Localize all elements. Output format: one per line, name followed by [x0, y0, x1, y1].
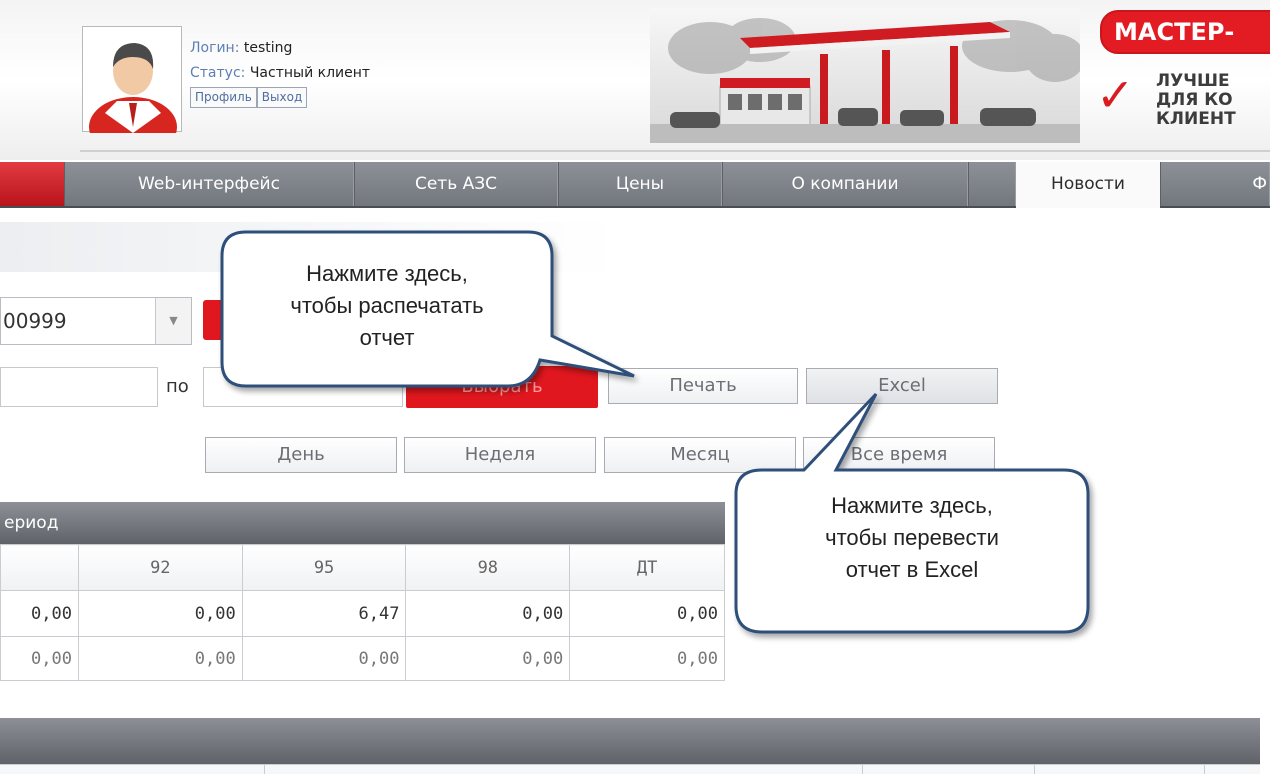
period-week-button[interactable]: Неделя [404, 437, 596, 473]
chevron-down-icon[interactable]: ▼ [155, 298, 191, 344]
table-row: 0,00 0,00 6,47 0,00 0,00 [0, 590, 725, 637]
table-header-cell [0, 544, 79, 591]
profile-button[interactable]: Профиль [190, 87, 257, 108]
table-header-cell: 95 [241, 544, 407, 591]
promo-block: МАСТЕР- ✓ ЛУЧШЕ ДЛЯ КО КЛИЕНТ [1090, 6, 1270, 146]
table-header-cell: ДТ [569, 544, 725, 591]
table-cell: 0,00 [0, 636, 79, 681]
period-all-button[interactable]: Все время [803, 437, 995, 473]
login-label: Логин: [190, 40, 240, 56]
nav-item-web-interface[interactable]: Web-интерфейс [64, 162, 354, 206]
table-cell: 6,47 [241, 590, 407, 637]
checkmark-icon: ✓ [1096, 68, 1135, 122]
table-cell: 0,00 [0, 590, 79, 637]
main-nav: Web-интерфейс Сеть АЗС Цены О компании Н… [0, 162, 1270, 208]
user-info: Логин: testing Статус: Частный клиент Пр… [190, 36, 370, 108]
header-divider [80, 150, 1270, 152]
period-month-button[interactable]: Месяц [604, 437, 796, 473]
print-button[interactable]: Печать [608, 368, 798, 404]
user-avatar-icon [89, 43, 177, 157]
table-cell: 0,00 [569, 636, 725, 681]
gas-station-illustration [650, 8, 1080, 143]
table-cell: 0,00 [77, 590, 243, 637]
excel-callout-text: Нажмите здесь, чтобы перевести отчет в E… [825, 493, 999, 582]
table-cell: 0,00 [405, 636, 571, 681]
page: Логин: testing Статус: Частный клиент Пр… [0, 0, 1270, 774]
nav-item-about[interactable]: О компании [722, 162, 968, 206]
table-cell: 0,00 [569, 590, 725, 637]
date-from-input[interactable] [0, 367, 158, 407]
header: Логин: testing Статус: Частный клиент Пр… [0, 0, 1270, 160]
nav-home-tab[interactable] [0, 162, 64, 206]
avatar [82, 26, 182, 157]
status-label: Статус: [190, 65, 246, 81]
nav-spacer [968, 162, 1016, 206]
table-cell: 0,00 [405, 590, 571, 637]
date-separator-label: по [166, 376, 189, 397]
table-cell: 0,00 [77, 636, 243, 681]
period-day-button[interactable]: День [205, 437, 397, 473]
status-value: Частный клиент [249, 65, 371, 81]
nav-item-news[interactable]: Новости [1016, 162, 1160, 208]
table-title: ериод [0, 502, 725, 544]
excel-button[interactable]: Excel [806, 368, 998, 404]
print-callout-text: Нажмите здесь, чтобы распечатать отчет [290, 261, 484, 350]
table-cell: 0,00 [241, 636, 407, 681]
table-header-row: 92 95 98 ДТ [0, 544, 725, 591]
nav-item-more[interactable]: Ф [1160, 162, 1270, 206]
status-row: Статус: Частный клиент [190, 61, 370, 86]
user-buttons: Профиль Выход [190, 87, 370, 108]
login-row: Логин: testing [190, 36, 370, 61]
logout-button[interactable]: Выход [256, 87, 308, 108]
fuel-table: 92 95 98 ДТ 0,00 0,00 6,47 0,00 0,00 0,0… [0, 544, 725, 681]
table-row: 0,00 0,00 0,00 0,00 0,00 [0, 636, 725, 681]
card-select[interactable]: 00999 ▼ [0, 297, 192, 345]
login-value: testing [243, 40, 293, 56]
card-select-value: 00999 [3, 309, 67, 333]
choose-button[interactable]: Выбрать [406, 366, 598, 408]
date-to-input[interactable] [203, 367, 403, 407]
second-table-row [0, 764, 1260, 774]
second-table-header [0, 718, 1260, 764]
table-header-cell: 92 [77, 544, 243, 591]
nav-item-stations[interactable]: Сеть АЗС [354, 162, 558, 206]
nav-item-prices[interactable]: Цены [558, 162, 722, 206]
table-header-cell: 98 [405, 544, 571, 591]
promo-text: ЛУЧШЕ ДЛЯ КО КЛИЕНТ [1156, 71, 1236, 129]
promo-banner: МАСТЕР- [1100, 10, 1270, 54]
